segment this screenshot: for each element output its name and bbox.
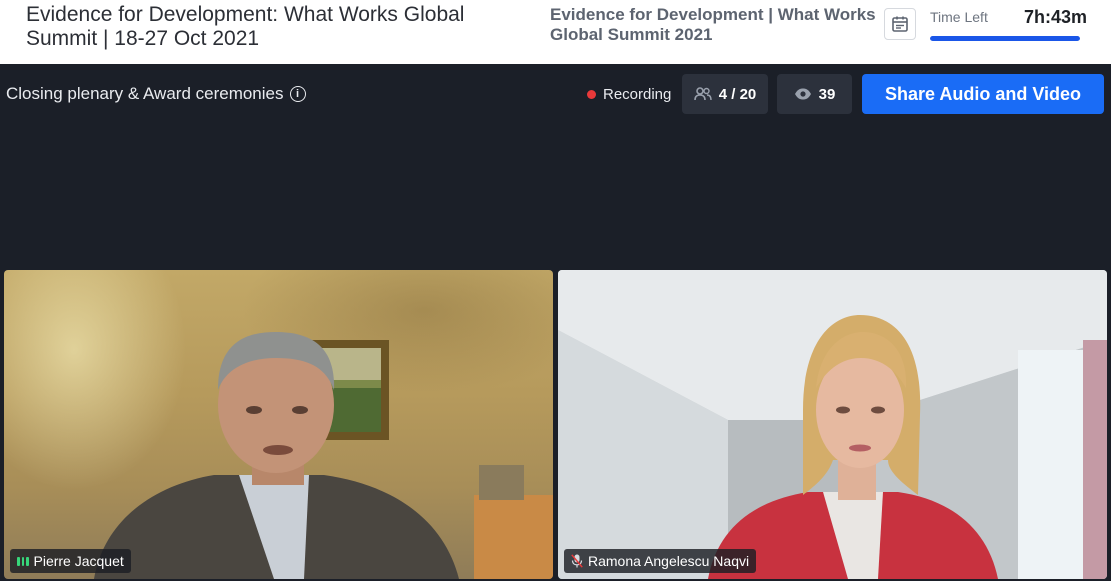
- video-feed-scene: [558, 270, 1107, 579]
- time-left-value: 7h:43m: [1024, 7, 1088, 27]
- top-header: Evidence for Development: What Works Glo…: [0, 0, 1111, 64]
- viewers-button[interactable]: 39: [777, 74, 852, 114]
- eye-icon: [794, 88, 811, 100]
- participant-name-tag: Pierre Jacquet: [10, 549, 131, 573]
- video-feed-scene: [94, 332, 553, 579]
- video-tile[interactable]: Pierre Jacquet: [4, 270, 553, 579]
- recording-dot-icon: [587, 90, 596, 99]
- session-title: Closing plenary & Award ceremonies i: [6, 84, 306, 104]
- session-title-text: Closing plenary & Award ceremonies: [6, 84, 284, 103]
- summit-name[interactable]: Evidence for Development | What Works Gl…: [550, 5, 880, 45]
- calendar-icon: [892, 16, 908, 32]
- video-tile[interactable]: Ramona Angelescu Naqvi: [558, 270, 1107, 579]
- session-bar: Closing plenary & Award ceremonies i Rec…: [0, 64, 1111, 124]
- participants-count: 4 / 20: [718, 85, 757, 103]
- time-left-label: Time Left: [930, 9, 988, 25]
- time-left-progress-fill: [930, 36, 1080, 41]
- event-title: Evidence for Development: What Works Glo…: [26, 3, 465, 50]
- people-icon: [693, 87, 712, 101]
- participant-name: Ramona Angelescu Naqvi: [588, 553, 750, 569]
- info-icon[interactable]: i: [289, 86, 306, 102]
- audio-active-icon: [17, 556, 29, 566]
- time-left-progress: [930, 36, 1080, 41]
- participant-name-tag: Ramona Angelescu Naqvi: [564, 549, 757, 573]
- recording-indicator: Recording: [587, 86, 671, 103]
- participants-button[interactable]: 4 / 20: [682, 74, 768, 114]
- participant-name: Pierre Jacquet: [33, 553, 124, 569]
- share-audio-video-button[interactable]: Share Audio and Video: [862, 74, 1104, 114]
- calendar-button[interactable]: [884, 8, 916, 40]
- mic-muted-icon: [571, 554, 583, 568]
- recording-label: Recording: [603, 86, 672, 103]
- viewers-count: 39: [818, 85, 836, 103]
